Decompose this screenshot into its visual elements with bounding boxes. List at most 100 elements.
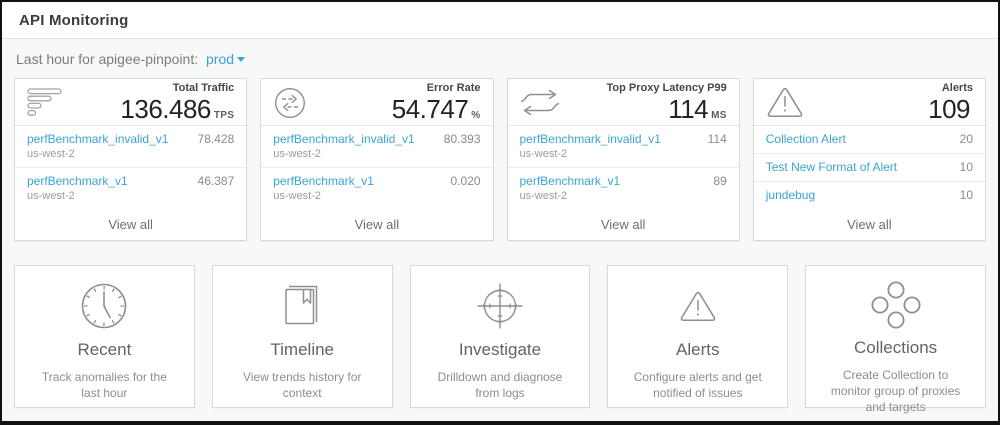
metric-item-region: us-west-2 — [273, 148, 480, 160]
nav-card-description: Drilldown and diagnose from logs — [421, 369, 580, 401]
nav-card-icon-slot — [279, 280, 325, 332]
metric-card-meta: Top Proxy Latency P99 114 MS — [607, 82, 727, 124]
metric-item-value: 46.387 — [198, 174, 235, 188]
metric-item-value: 0.020 — [450, 174, 480, 188]
metric-item-link[interactable]: perfBenchmark_invalid_v1 — [520, 132, 661, 146]
metric-card-header: Alerts 109 — [754, 79, 985, 126]
nav-card-recent[interactable]: Recent Track anomalies for the last hour — [14, 265, 195, 408]
metric-value-line: 109 — [928, 95, 973, 124]
metric-card: Error Rate 54.747 % perfBenchmark_invali… — [260, 78, 493, 241]
metric-item-link[interactable]: perfBenchmark_invalid_v1 — [27, 132, 168, 146]
metric-list-item: jundebug 10 — [754, 182, 985, 209]
metric-cards-row: Total Traffic 136.486 TPS perfBenchmark_… — [14, 78, 986, 241]
metric-item-link[interactable]: perfBenchmark_v1 — [273, 174, 374, 188]
chevron-down-icon — [237, 57, 245, 62]
metric-item-link[interactable]: jundebug — [766, 188, 815, 202]
metric-item-region: us-west-2 — [27, 190, 234, 202]
filter-label: Last hour for apigee-pinpoint: — [16, 51, 198, 67]
book-icon — [279, 284, 325, 328]
metric-item-list: perfBenchmark_invalid_v1 78.428 us-west-… — [15, 126, 246, 209]
metric-list-item: Collection Alert 20 — [754, 126, 985, 154]
metric-item-link[interactable]: perfBenchmark_v1 — [520, 174, 621, 188]
metric-item-region: us-west-2 — [520, 190, 727, 202]
metric-unit: MS — [711, 110, 727, 121]
nav-card-label: Timeline — [270, 340, 334, 360]
metric-item-row: Collection Alert 20 — [766, 132, 973, 146]
metric-item-value: 78.428 — [198, 132, 235, 146]
metric-item-value: 80.393 — [444, 132, 481, 146]
nav-card-icon-slot — [79, 280, 129, 332]
collection-circles-icon — [869, 280, 923, 330]
metric-item-value: 10 — [960, 160, 973, 174]
page-title: API Monitoring — [19, 12, 128, 29]
metric-card-header: Total Traffic 136.486 TPS — [15, 79, 246, 126]
metric-value-line: 114 MS — [607, 95, 727, 124]
view-all-button[interactable]: View all — [15, 209, 246, 242]
metric-value: 114 — [668, 95, 708, 124]
nav-cards-row: Recent Track anomalies for the last hour… — [14, 265, 986, 408]
metric-item-row: perfBenchmark_v1 46.387 — [27, 174, 234, 188]
metric-item-list: Collection Alert 20 Test New Format of A… — [754, 126, 985, 209]
metric-item-list: perfBenchmark_invalid_v1 114 us-west-2 p… — [508, 126, 739, 209]
metric-value: 109 — [928, 95, 970, 124]
view-all-button[interactable]: View all — [754, 209, 985, 242]
metric-card-icon-slot — [766, 86, 804, 119]
metric-item-row: perfBenchmark_v1 0.020 — [273, 174, 480, 188]
metric-item-row: perfBenchmark_invalid_v1 114 — [520, 132, 727, 146]
environment-dropdown[interactable]: prod — [206, 51, 245, 67]
metric-item-row: jundebug 10 — [766, 188, 973, 202]
metric-card-icon-slot — [27, 88, 64, 117]
metric-card-icon-slot — [273, 86, 307, 120]
filter-bar: Last hour for apigee-pinpoint: prod — [16, 51, 986, 67]
metric-item-value: 89 — [713, 174, 726, 188]
environment-value[interactable]: prod — [206, 51, 234, 67]
metric-title: Top Proxy Latency P99 — [607, 82, 727, 94]
nav-card-icon-slot — [869, 280, 923, 330]
metric-item-value: 10 — [960, 188, 973, 202]
metric-unit: % — [471, 110, 480, 121]
metric-item-list: perfBenchmark_invalid_v1 80.393 us-west-… — [261, 126, 492, 209]
alert-triangle-icon — [766, 86, 804, 119]
metric-title: Alerts — [928, 82, 973, 94]
nav-card-label: Investigate — [459, 340, 541, 360]
alert-triangle-icon — [679, 290, 717, 323]
metric-item-row: perfBenchmark_invalid_v1 78.428 — [27, 132, 234, 146]
metric-card: Alerts 109 Collection Alert 20 Test New … — [753, 78, 986, 241]
error-exchange-icon — [273, 86, 307, 120]
metric-value: 54.747 — [392, 95, 469, 124]
nav-card-label: Alerts — [676, 340, 719, 360]
metric-item-link[interactable]: perfBenchmark_invalid_v1 — [273, 132, 414, 146]
metric-item-link[interactable]: Collection Alert — [766, 132, 846, 146]
metric-unit: TPS — [214, 110, 234, 121]
metric-item-link[interactable]: Test New Format of Alert — [766, 160, 897, 174]
metric-item-link[interactable]: perfBenchmark_v1 — [27, 174, 128, 188]
metric-item-value: 20 — [960, 132, 973, 146]
metric-list-item: perfBenchmark_invalid_v1 78.428 us-west-… — [15, 126, 246, 168]
nav-card-label: Recent — [77, 340, 131, 360]
metric-value-line: 136.486 TPS — [120, 95, 234, 124]
metric-card-header: Top Proxy Latency P99 114 MS — [508, 79, 739, 126]
nav-card-timeline[interactable]: Timeline View trends history for context — [212, 265, 393, 408]
nav-card-icon-slot — [679, 280, 717, 332]
dashboard-body: Last hour for apigee-pinpoint: prod Tota… — [2, 39, 998, 421]
metric-card-icon-slot — [520, 89, 560, 116]
metric-list-item: perfBenchmark_v1 46.387 us-west-2 — [15, 168, 246, 209]
api-monitoring-dashboard: API Monitoring Last hour for apigee-pinp… — [0, 0, 1000, 425]
metric-list-item: perfBenchmark_v1 0.020 us-west-2 — [261, 168, 492, 209]
nav-card-description: Create Collection to monitor group of pr… — [816, 367, 975, 416]
nav-card-alerts[interactable]: Alerts Configure alerts and get notified… — [607, 265, 788, 408]
metric-item-region: us-west-2 — [520, 148, 727, 160]
metric-list-item: perfBenchmark_invalid_v1 80.393 us-west-… — [261, 126, 492, 168]
metric-item-row: perfBenchmark_invalid_v1 80.393 — [273, 132, 480, 146]
nav-card-description: View trends history for context — [223, 369, 382, 401]
metric-item-region: us-west-2 — [27, 148, 234, 160]
traffic-bars-icon — [27, 88, 64, 117]
metric-list-item: perfBenchmark_invalid_v1 114 us-west-2 — [508, 126, 739, 168]
nav-card-investigate[interactable]: Investigate Drilldown and diagnose from … — [410, 265, 591, 408]
metric-card: Total Traffic 136.486 TPS perfBenchmark_… — [14, 78, 247, 241]
view-all-button[interactable]: View all — [261, 209, 492, 242]
nav-card-collections[interactable]: Collections Create Collection to monitor… — [805, 265, 986, 408]
metric-title: Total Traffic — [120, 82, 234, 94]
latency-arrows-icon — [520, 89, 560, 116]
view-all-button[interactable]: View all — [508, 209, 739, 242]
